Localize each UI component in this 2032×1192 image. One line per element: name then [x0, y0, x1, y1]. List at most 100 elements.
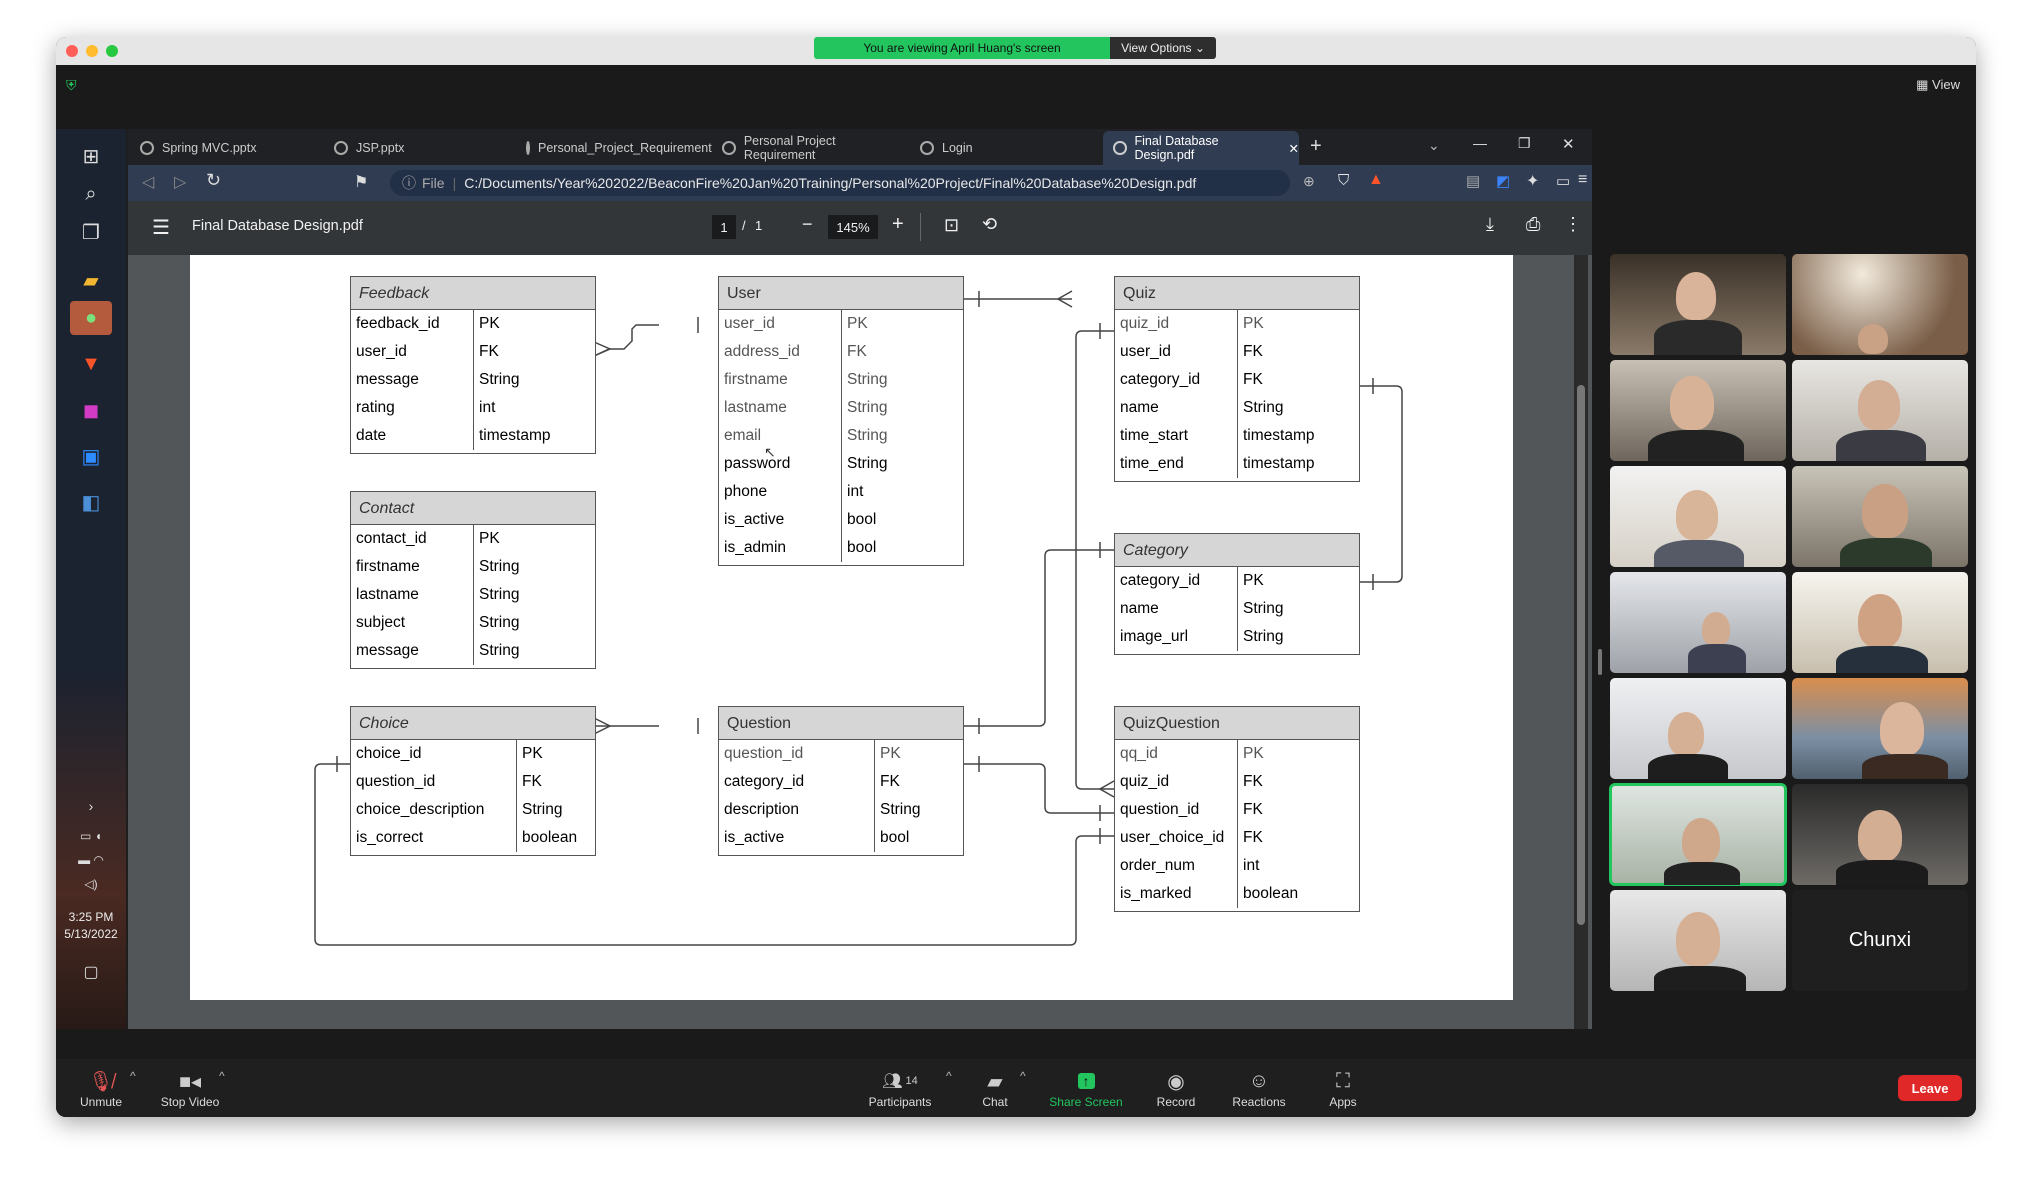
video-options-icon[interactable]: ^: [219, 1069, 225, 1083]
table-row: choice_id PK: [351, 740, 595, 768]
forward-icon[interactable]: ▷: [174, 172, 186, 192]
close-tab-icon[interactable]: ✕: [1289, 141, 1299, 156]
tab-final-database-design[interactable]: Final Database Design.pdf ✕: [1103, 131, 1299, 165]
participant-video-tile[interactable]: [1610, 678, 1786, 779]
participant-name-tile[interactable]: Chunxi: [1792, 890, 1968, 991]
pdf-scroll-thumb[interactable]: [1577, 385, 1585, 925]
table-row: time_start timestamp: [1115, 422, 1359, 450]
extensions-puzzle-icon[interactable]: ✦: [1526, 171, 1539, 191]
volume-icon[interactable]: ◁): [70, 867, 112, 901]
chat-options-icon[interactable]: ^: [1020, 1069, 1026, 1083]
leave-button[interactable]: Leave: [1898, 1075, 1962, 1101]
participant-video-tile[interactable]: [1792, 360, 1968, 461]
zoom-app-icon[interactable]: ▣: [70, 439, 112, 473]
wallet-icon[interactable]: ▭: [1556, 172, 1570, 190]
bookmark-icon[interactable]: ⚑: [354, 172, 368, 192]
apps-button[interactable]: ⛶ Apps: [1303, 1067, 1383, 1110]
task-view-icon[interactable]: ❐: [70, 215, 112, 249]
tab-login[interactable]: Login: [910, 131, 1100, 165]
share-screen-button[interactable]: ↑ Share Screen: [1046, 1067, 1126, 1109]
participant-face: [1858, 594, 1902, 648]
restore-icon[interactable]: ❐: [1518, 135, 1531, 152]
zoom-lens-icon[interactable]: ⊕: [1303, 173, 1315, 190]
brave-shields-icon[interactable]: ⛉: [1338, 172, 1349, 189]
unmute-button[interactable]: 🎙︎̸ Unmute: [61, 1067, 141, 1110]
participant-video-tile-speaking[interactable]: [1609, 783, 1787, 886]
participant-video-tile[interactable]: [1610, 360, 1786, 461]
audio-options-icon[interactable]: ^: [130, 1069, 136, 1083]
stop-video-button[interactable]: ■◂ Stop Video: [150, 1067, 230, 1110]
taskbar-clock[interactable]: 3:25 PM 5/13/2022: [56, 909, 126, 943]
download-icon[interactable]: ⤓: [1486, 214, 1494, 235]
field-name: is_marked: [1115, 880, 1238, 908]
participant-video-tile[interactable]: [1792, 572, 1968, 673]
minimize-window-button[interactable]: [86, 45, 98, 57]
menu-icon[interactable]: ≡: [1578, 171, 1587, 189]
participant-video-tile[interactable]: [1610, 254, 1786, 355]
close-browser-icon[interactable]: ✕: [1562, 135, 1575, 153]
notifications-icon[interactable]: ▢: [70, 955, 112, 989]
intellij-icon[interactable]: ◼: [70, 393, 112, 427]
tab-spring-mvc[interactable]: Spring MVC.pptx: [130, 131, 320, 165]
view-options-button[interactable]: View Options ⌄: [1110, 37, 1216, 59]
taskbar-time: 3:25 PM: [68, 910, 114, 924]
reload-icon[interactable]: ↻: [206, 170, 221, 191]
reactions-button[interactable]: ☺ Reactions: [1219, 1067, 1299, 1110]
entity-choice: Choice choice_id PK question_id FK choice_…: [350, 706, 596, 856]
brave-rewards-icon[interactable]: ▲: [1368, 171, 1384, 189]
translate-icon[interactable]: ◩: [1496, 172, 1510, 190]
participant-video-tile[interactable]: [1792, 466, 1968, 567]
view-layout-button[interactable]: ▦ View: [1916, 77, 1960, 93]
page-number-input[interactable]: 1: [712, 215, 736, 239]
gallery-resize-handle[interactable]: [1598, 649, 1602, 675]
participants-label: Participants: [868, 1095, 932, 1109]
sidebar-menu-icon[interactable]: ☰: [152, 215, 170, 240]
minimize-icon[interactable]: —: [1473, 135, 1487, 151]
table-row: phone int: [719, 478, 963, 506]
show-hidden-icons-icon[interactable]: ›: [70, 789, 112, 823]
participants-button[interactable]: 👥︎ 14 Participants: [860, 1067, 940, 1109]
wechat-icon[interactable]: ●: [70, 301, 112, 335]
new-tab-button[interactable]: +: [1310, 135, 1322, 158]
more-options-icon[interactable]: ⋮: [1564, 214, 1582, 235]
fullscreen-window-button[interactable]: [106, 45, 118, 57]
participant-video-tile[interactable]: [1792, 678, 1968, 779]
print-icon[interactable]: ⎙: [1526, 214, 1540, 235]
search-icon[interactable]: ⌕: [70, 177, 112, 211]
tab-jsp[interactable]: JSP.pptx: [324, 131, 514, 165]
table-row: firstname String: [351, 553, 595, 581]
field-type: String: [847, 371, 888, 388]
field-name: time_start: [1115, 422, 1238, 450]
participants-count: 14: [905, 1075, 918, 1087]
participant-video-tile[interactable]: [1610, 466, 1786, 567]
zoom-level-input[interactable]: 145%: [828, 215, 878, 239]
field-type: String: [880, 801, 921, 818]
tab-project-requirement-1[interactable]: Personal_Project_Requirement: [516, 131, 712, 165]
meeting-top-bar: ⛨ ▦ View: [56, 65, 1976, 129]
participant-video-tile[interactable]: [1610, 572, 1786, 673]
participants-options-icon[interactable]: ^: [946, 1069, 952, 1083]
participant-video-tile[interactable]: [1792, 254, 1968, 355]
url-bar[interactable]: ⓘ File | C:/Documents/Year%202022/Beacon…: [390, 170, 1290, 196]
view-label: View: [1932, 77, 1960, 92]
file-explorer-icon[interactable]: ▰: [70, 263, 112, 297]
field-type: String: [1243, 399, 1284, 416]
table-row: subject String: [351, 609, 595, 637]
zoom-in-icon[interactable]: +: [892, 213, 904, 236]
fit-page-icon[interactable]: ⊡: [944, 215, 959, 236]
close-window-button[interactable]: [66, 45, 78, 57]
brave-browser-icon[interactable]: ▼: [70, 347, 112, 381]
encryption-shield-icon[interactable]: ⛨: [66, 77, 77, 94]
zoom-out-icon[interactable]: −: [802, 214, 813, 235]
participant-video-tile[interactable]: [1792, 784, 1968, 885]
back-icon[interactable]: ◁: [142, 172, 154, 192]
tab-search-icon[interactable]: ⌄: [1428, 137, 1440, 154]
rotate-icon[interactable]: ⟲: [982, 214, 997, 235]
participant-video-tile[interactable]: [1610, 890, 1786, 991]
record-button[interactable]: ◉ Record: [1136, 1067, 1216, 1110]
tab-project-requirement-2[interactable]: Personal Project Requirement: [712, 131, 908, 165]
field-name: quiz_id: [1115, 310, 1238, 338]
windows-start-icon[interactable]: ⊞: [70, 139, 112, 173]
database-tool-icon[interactable]: ◧: [70, 485, 112, 519]
extension-icon[interactable]: ▤: [1466, 172, 1480, 190]
